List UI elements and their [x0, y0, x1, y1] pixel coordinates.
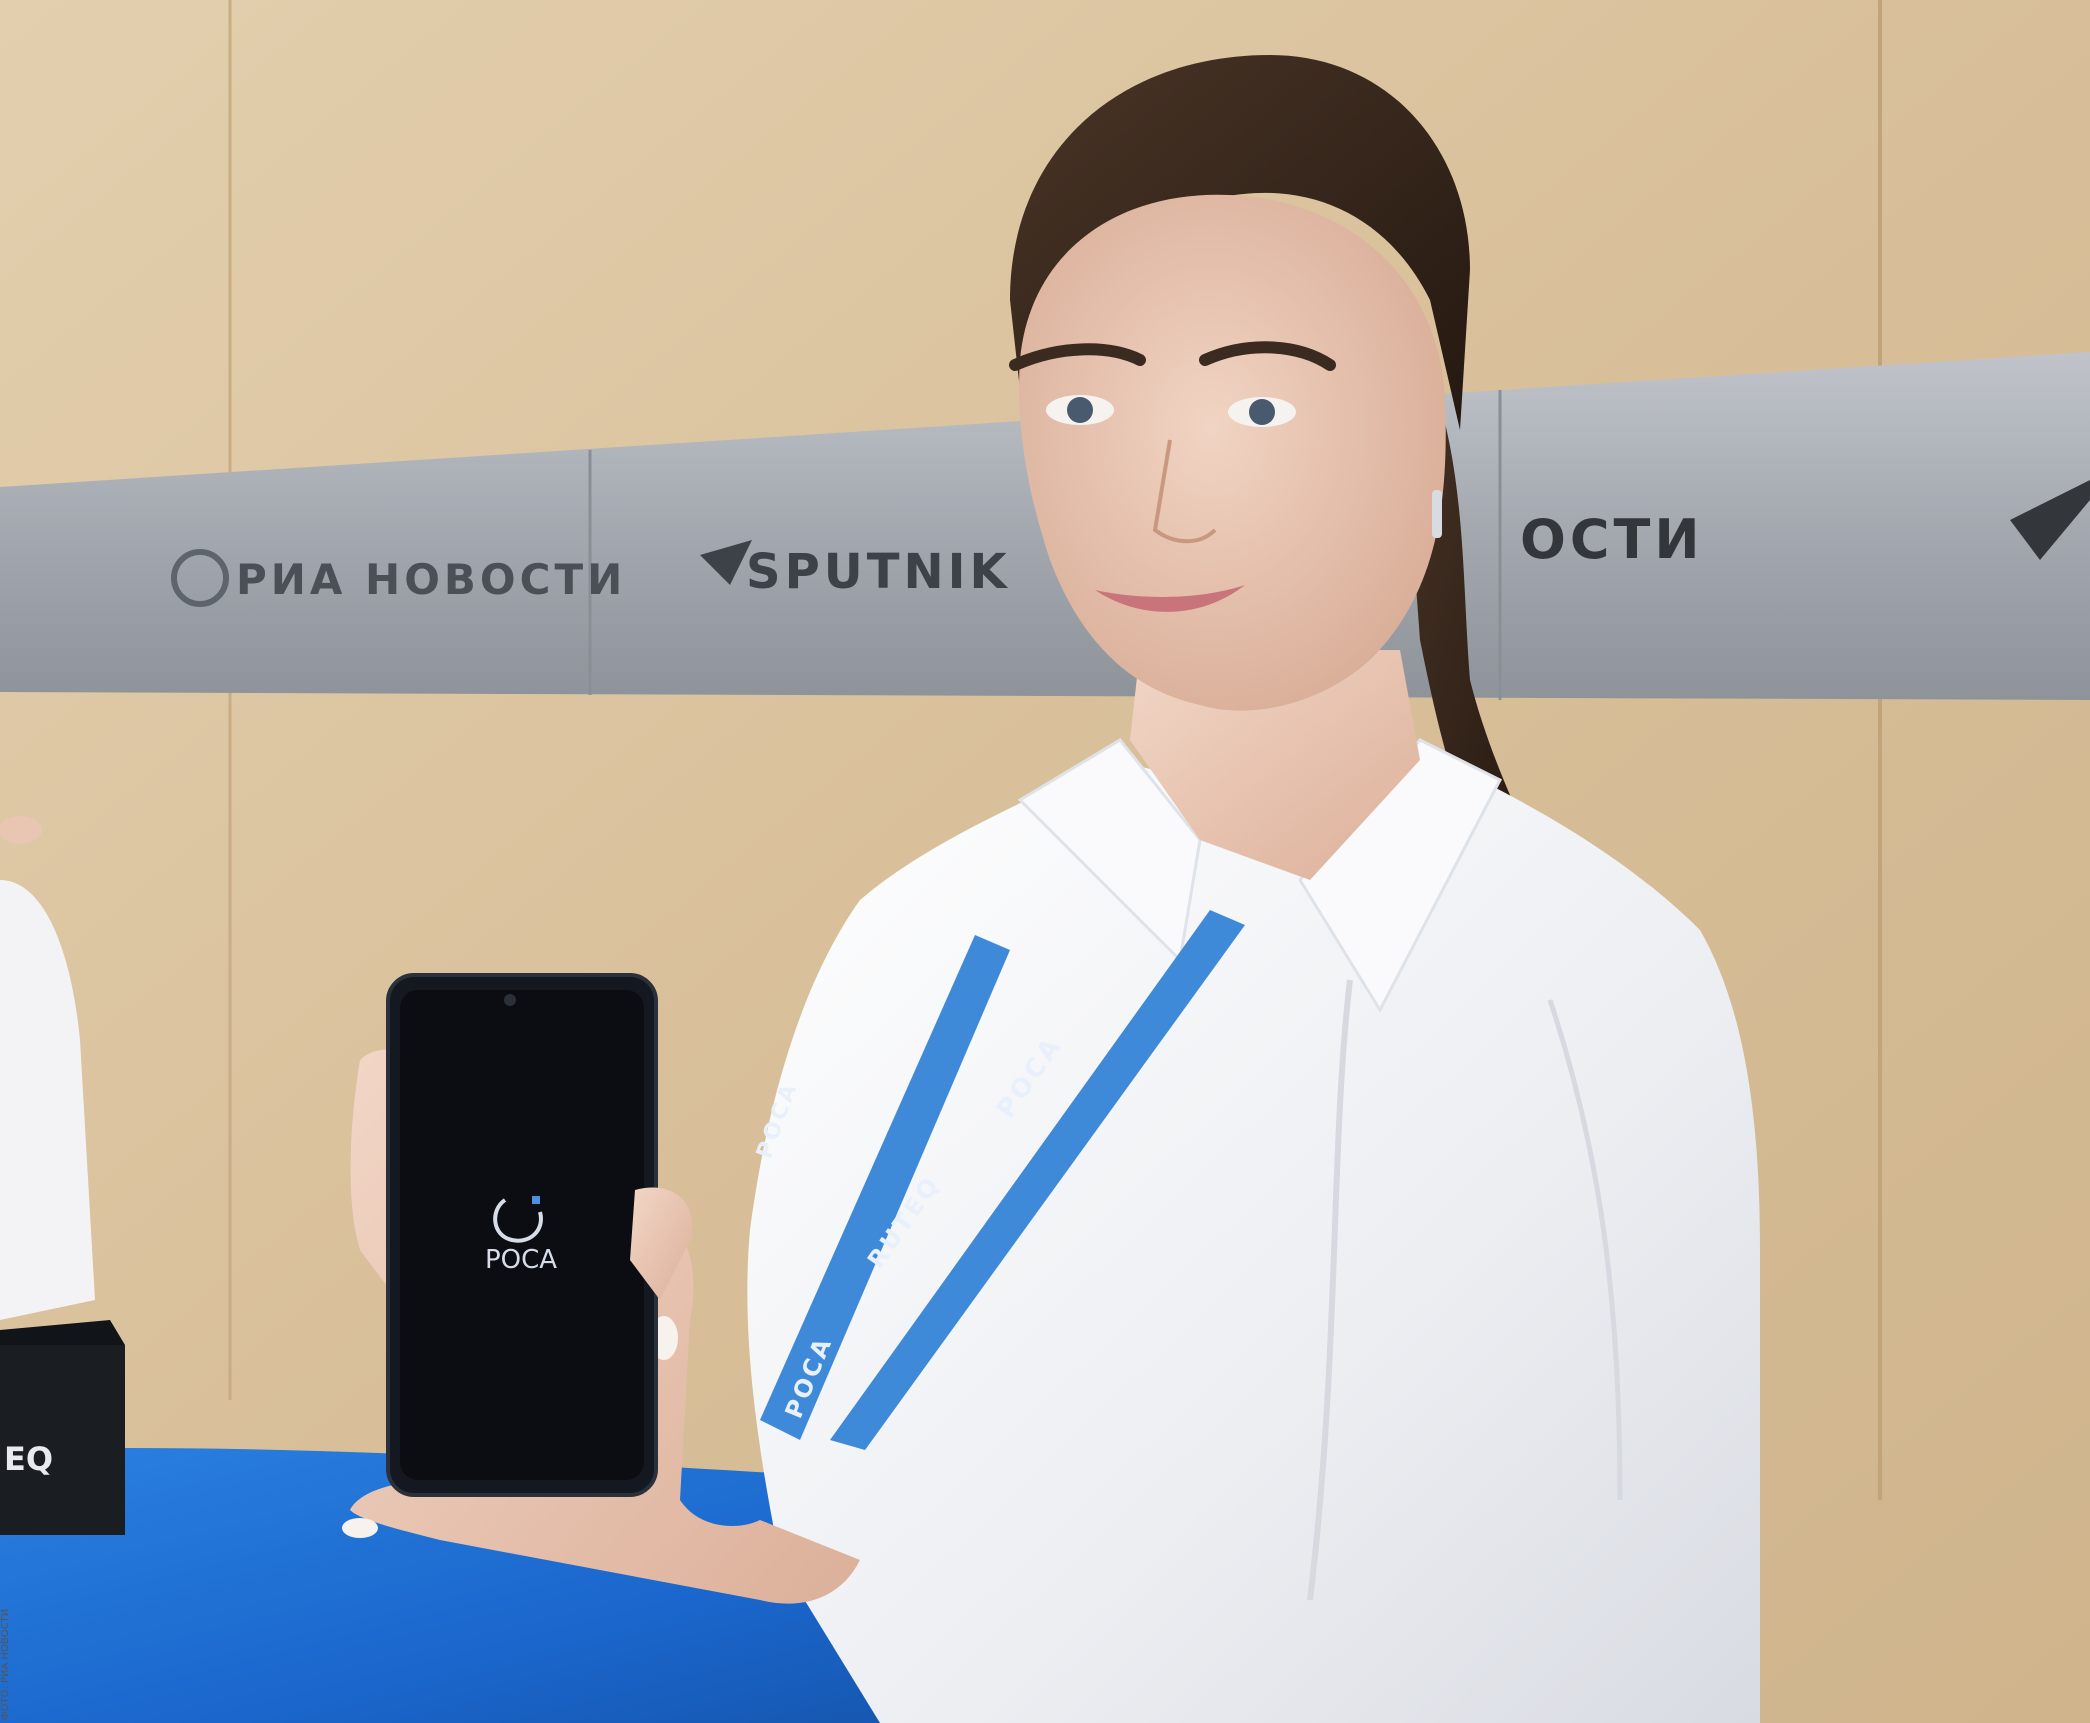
earring [1432, 490, 1442, 538]
ria-logo: РИА НОВОСТИ [171, 549, 626, 607]
sign-logo-sputnik: SPUTNIK [746, 544, 1011, 600]
smartphone: РОСА [386, 973, 658, 1497]
phone-screen [400, 990, 644, 1480]
sign-logo-ria: РИА НОВОСТИ [236, 555, 626, 604]
background-person-hand [0, 816, 42, 844]
photo-scene: РИА НОВОСТИ SPUTNIK ОСТИ EQ РОСА RUTEQ Р… [0, 0, 2090, 1723]
sign-logo-partial: ОСТИ [1520, 508, 1704, 571]
phone-box: EQ [0, 1320, 125, 1535]
box-label: EQ [4, 1440, 53, 1478]
fingernail [342, 1518, 378, 1538]
left-iris [1067, 397, 1093, 423]
rosa-logo-accent [532, 1196, 540, 1204]
phone-brand: РОСА [485, 1245, 557, 1275]
photo-illustration: РИА НОВОСТИ SPUTNIK ОСТИ EQ РОСА RUTEQ Р… [0, 0, 2090, 1723]
front-camera-icon [504, 994, 516, 1006]
photo-credit: ФОТО: РИА НОВОСТИ [0, 1608, 11, 1720]
right-iris [1249, 399, 1275, 425]
sputnik-logo: SPUTNIK [700, 540, 1011, 600]
